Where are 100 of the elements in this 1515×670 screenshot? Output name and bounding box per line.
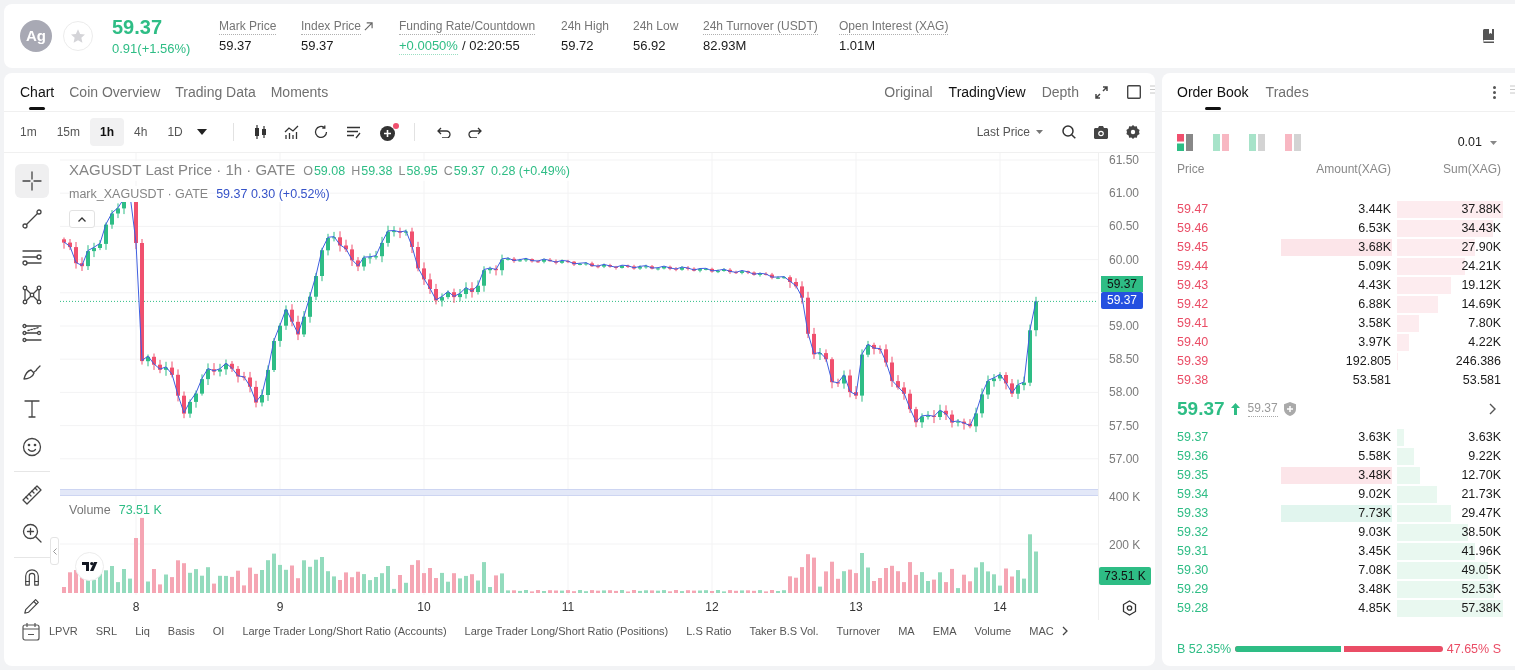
logo-icon[interactable] bbox=[75, 552, 104, 581]
square-icon[interactable] bbox=[1127, 85, 1141, 99]
order-book-tab[interactable]: Trades bbox=[1265, 73, 1309, 111]
stat-value: 59.72 bbox=[561, 37, 595, 54]
interval-button[interactable]: 1m bbox=[10, 118, 47, 146]
shield-icon bbox=[1283, 402, 1296, 416]
interval-button[interactable]: 15m bbox=[46, 118, 90, 146]
order-price: 59.29 bbox=[1177, 581, 1210, 599]
undo-icon[interactable] bbox=[436, 126, 451, 138]
chart-bars-icon[interactable] bbox=[283, 125, 299, 139]
interval-button[interactable]: 4h bbox=[124, 118, 158, 146]
zoom-in-icon bbox=[22, 523, 42, 543]
chart-tab[interactable]: Chart bbox=[20, 73, 55, 111]
order-amount: 7.08K bbox=[1357, 562, 1392, 579]
order-amount: 3.68K bbox=[1281, 239, 1392, 256]
search-icon[interactable] bbox=[1062, 125, 1076, 139]
chart-tab[interactable]: Coin Overview bbox=[69, 73, 161, 111]
order-sum: 9.22K bbox=[1468, 448, 1501, 465]
order-amount: 3.48K bbox=[1281, 467, 1392, 484]
indicator-tab[interactable]: Taker B.S Vol. bbox=[749, 624, 819, 638]
book-icon[interactable] bbox=[1482, 29, 1495, 43]
volume-axis-label: 200 K bbox=[1109, 537, 1141, 553]
order-sum: 27.90K bbox=[1461, 239, 1501, 256]
grip-icon[interactable] bbox=[1150, 85, 1155, 94]
chart-tab[interactable]: Moments bbox=[270, 73, 329, 111]
indicator-tab[interactable]: LPVR bbox=[49, 624, 78, 638]
indicator-tab[interactable]: Large Trader Long/Short Ratio (Accounts) bbox=[242, 624, 447, 638]
calendar-icon[interactable] bbox=[22, 621, 40, 641]
indicator-tab[interactable]: OI bbox=[212, 624, 225, 638]
indicator-tab[interactable]: SRL bbox=[95, 624, 118, 638]
order-price: 59.40 bbox=[1177, 334, 1210, 352]
order-book-layout-icon[interactable] bbox=[1177, 134, 1193, 151]
ohlc-value: 58.95 bbox=[406, 163, 438, 180]
indicator-tab[interactable]: Volume bbox=[974, 624, 1012, 638]
view-mode-tab[interactable]: TradingView bbox=[948, 81, 1026, 103]
order-sum: 246.386 bbox=[1455, 353, 1501, 370]
stat-value: 59.37 bbox=[219, 37, 253, 54]
interval-button[interactable]: 1D bbox=[157, 118, 193, 146]
grip-icon[interactable] bbox=[1510, 85, 1515, 94]
crosshair-icon bbox=[22, 171, 42, 191]
order-amount: 3.44K bbox=[1357, 201, 1392, 218]
stat-link[interactable]: Index Price bbox=[301, 17, 362, 35]
arrow-up-right-icon[interactable] bbox=[364, 21, 374, 31]
view-mode-tab[interactable]: Depth bbox=[1041, 81, 1079, 103]
order-sum: 7.80K bbox=[1468, 315, 1501, 332]
chart-title: XAGUSDT Last Price · 1h · GATE bbox=[69, 161, 296, 179]
indicator-tab[interactable]: MA bbox=[898, 624, 915, 638]
order-sum: 53.581 bbox=[1462, 372, 1501, 389]
order-amount: 4.85K bbox=[1357, 600, 1392, 617]
price-axis-label: 60.50 bbox=[1109, 218, 1140, 235]
text-tool-icon bbox=[22, 399, 42, 419]
stat-label: 24h High bbox=[561, 17, 610, 35]
drawing-tool-button[interactable] bbox=[15, 164, 49, 198]
redo-icon[interactable] bbox=[467, 126, 482, 138]
order-sum: 57.38K bbox=[1461, 600, 1501, 617]
plus-circle-icon[interactable] bbox=[379, 126, 395, 141]
time-axis-label: 13 bbox=[849, 599, 863, 615]
parallel-lines-icon bbox=[22, 247, 42, 267]
order-amount: 192.805 bbox=[1344, 353, 1392, 370]
mid-price: 59.37 bbox=[1177, 396, 1225, 421]
order-price: 59.41 bbox=[1177, 315, 1210, 333]
view-mode-tab[interactable]: Original bbox=[884, 81, 933, 103]
indicator-tab[interactable]: Basis bbox=[167, 624, 195, 638]
indicator-tab[interactable]: MAC bbox=[1029, 624, 1054, 638]
order-book-tab[interactable]: Order Book bbox=[1177, 73, 1249, 111]
precision-dropdown[interactable]: 0.01 bbox=[1457, 133, 1497, 152]
candlestick-icon[interactable] bbox=[253, 125, 267, 139]
volume-title: Volume bbox=[69, 502, 111, 518]
stat-label: Funding Rate/Countdown bbox=[399, 17, 536, 35]
price-change: 0.91(+1.56%) bbox=[112, 40, 192, 57]
more-menu-icon[interactable] bbox=[1493, 85, 1496, 99]
collapse-legend-button[interactable] bbox=[69, 210, 95, 228]
indicator-tab[interactable]: Large Trader Long/Short Ratio (Positions) bbox=[464, 624, 669, 638]
refresh-icon[interactable] bbox=[313, 125, 328, 139]
order-price: 59.45 bbox=[1177, 239, 1210, 257]
camera-icon[interactable] bbox=[1094, 125, 1108, 139]
last-price: 59.37 bbox=[112, 15, 164, 38]
caret-down-icon[interactable] bbox=[196, 129, 207, 135]
ruler-icon bbox=[22, 485, 42, 505]
interval-button[interactable]: 1h bbox=[90, 118, 125, 146]
hexagon-icon[interactable] bbox=[1122, 600, 1137, 616]
expand-icon[interactable] bbox=[1095, 85, 1108, 99]
order-price: 59.39 bbox=[1177, 353, 1210, 371]
funding-countdown: / 02:20:55 bbox=[461, 38, 520, 54]
settings-icon[interactable] bbox=[1126, 125, 1140, 139]
stat-label: Open Interest (XAG) bbox=[839, 17, 949, 35]
price-source-dropdown[interactable]: Last Price bbox=[976, 123, 1043, 141]
caret-down-icon bbox=[1036, 130, 1043, 134]
list-icon[interactable] bbox=[345, 125, 361, 139]
chart-tab[interactable]: Trading Data bbox=[175, 73, 256, 111]
stat-label: 24h Turnover (USDT) bbox=[703, 17, 818, 35]
line-tool-icon bbox=[22, 209, 42, 229]
chevron-right-icon[interactable] bbox=[1489, 403, 1496, 415]
indicator-tab[interactable]: EMA bbox=[932, 624, 957, 638]
chevron-right-icon[interactable] bbox=[1061, 626, 1068, 636]
order-price: 59.47 bbox=[1177, 201, 1210, 219]
indicator-tab[interactable]: L.S Ratio bbox=[686, 624, 732, 638]
indicator-tab[interactable]: Liq bbox=[135, 624, 150, 638]
order-amount: 5.58K bbox=[1357, 448, 1392, 465]
indicator-tab[interactable]: Turnover bbox=[836, 624, 881, 638]
